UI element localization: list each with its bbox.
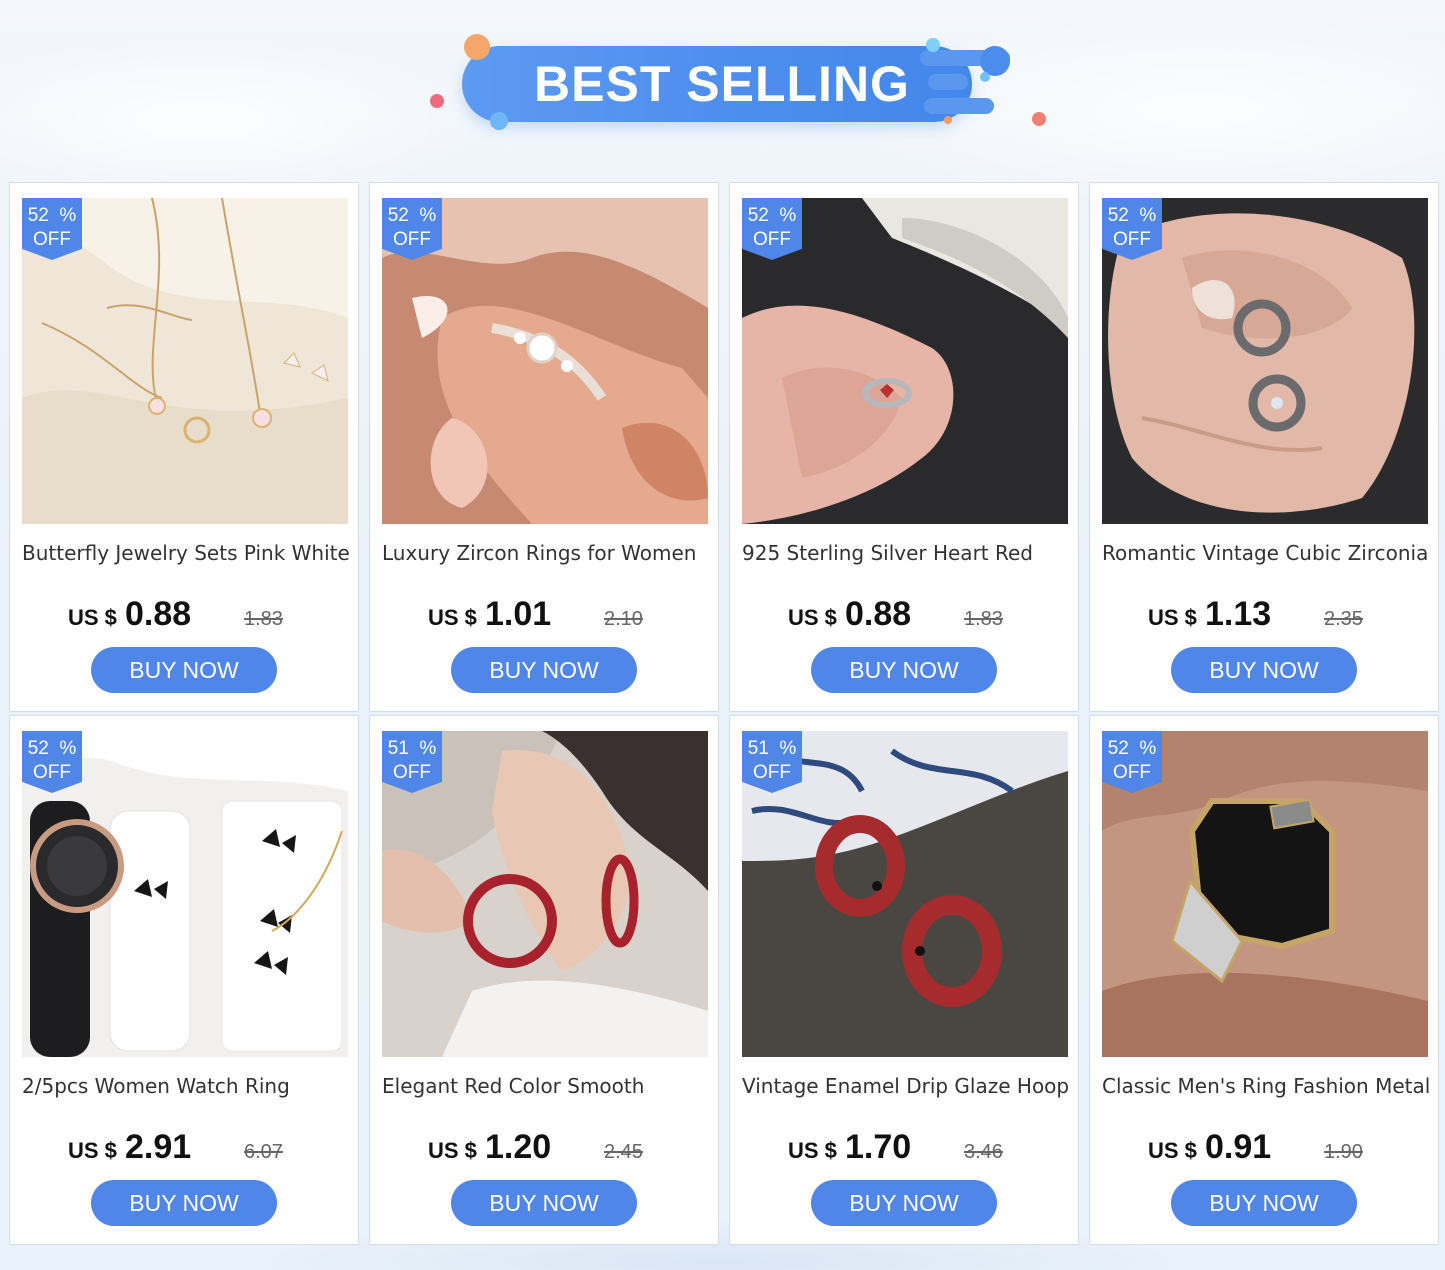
original-price: 3.46 [964, 1141, 1003, 1163]
price-row: US $ 0.88 1.83 [10, 595, 360, 639]
discount-label: OFF [1113, 762, 1151, 783]
discount-badge: 52 % OFF [1102, 198, 1162, 260]
product-title[interactable]: 2/5pcs Women Watch Ring [22, 1074, 357, 1098]
buy-now-button[interactable]: BUY NOW [91, 647, 277, 693]
original-price: 1.83 [244, 608, 283, 630]
price-row: US $ 1.01 2.10 [370, 595, 720, 639]
discount-badge: 52 % OFF [742, 198, 802, 260]
sale-price: 0.88 [845, 595, 912, 633]
original-price: 1.83 [964, 608, 1003, 630]
product-title[interactable]: Butterfly Jewelry Sets Pink White [22, 541, 357, 565]
discount-value: 52 % [27, 738, 77, 759]
buy-now-button[interactable]: BUY NOW [811, 1180, 997, 1226]
discount-label: OFF [33, 762, 71, 783]
original-price: 1.90 [1324, 1141, 1363, 1163]
sale-price: 0.91 [1205, 1128, 1272, 1166]
product-title[interactable]: Romantic Vintage Cubic Zirconia [1102, 541, 1437, 565]
price-row: US $ 1.20 2.45 [370, 1128, 720, 1172]
sale-price: 1.13 [1205, 595, 1272, 633]
sale-price: 1.70 [845, 1128, 912, 1166]
original-price: 2.35 [1324, 608, 1363, 630]
sale-price: 1.20 [485, 1128, 552, 1166]
product-title[interactable]: Elegant Red Color Smooth [382, 1074, 717, 1098]
product-card[interactable]: 52 % OFF Butterfly Jewelry Sets Pink Whi… [9, 182, 359, 712]
banner-decor-dot [430, 94, 444, 108]
original-price: 2.10 [604, 608, 643, 630]
buy-now-button[interactable]: BUY NOW [91, 1180, 277, 1226]
product-card[interactable]: 51 % OFF Vintage Enamel Drip Glaze Hoop … [729, 715, 1079, 1245]
price-row: US $ 0.88 1.83 [730, 595, 1080, 639]
currency-label: US $ [788, 1138, 837, 1163]
sale-price: 0.88 [125, 595, 192, 633]
currency-label: US $ [68, 1138, 117, 1163]
product-card[interactable]: 52 % OFF 2/5pcs Women Watch Ring US $ 2.… [9, 715, 359, 1245]
currency-label: US $ [1148, 1138, 1197, 1163]
product-card[interactable]: 52 % OFF Luxury Zircon Rings for Women U… [369, 182, 719, 712]
discount-label: OFF [393, 762, 431, 783]
sale-price: 2.91 [125, 1128, 192, 1166]
currency-label: US $ [428, 605, 477, 630]
banner-title: BEST SELLING [534, 56, 910, 112]
original-price: 6.07 [244, 1141, 283, 1163]
product-title[interactable]: 925 Sterling Silver Heart Red [742, 541, 1077, 565]
price-row: US $ 1.13 2.35 [1090, 595, 1440, 639]
discount-badge: 51 % OFF [382, 731, 442, 793]
discount-badge: 52 % OFF [382, 198, 442, 260]
discount-badge: 52 % OFF [1102, 731, 1162, 793]
best-selling-banner: BEST SELLING [428, 30, 1058, 135]
price-row: US $ 1.70 3.46 [730, 1128, 1080, 1172]
price-row: US $ 0.91 1.90 [1090, 1128, 1440, 1172]
discount-value: 51 % [387, 738, 437, 759]
product-title[interactable]: Luxury Zircon Rings for Women [382, 541, 717, 565]
buy-now-button[interactable]: BUY NOW [811, 647, 997, 693]
discount-label: OFF [753, 762, 791, 783]
sale-price: 1.01 [485, 595, 552, 633]
discount-value: 52 % [27, 205, 77, 226]
price-row: US $ 2.91 6.07 [10, 1128, 360, 1172]
buy-now-button[interactable]: BUY NOW [1171, 1180, 1357, 1226]
currency-label: US $ [428, 1138, 477, 1163]
discount-badge: 52 % OFF [22, 198, 82, 260]
buy-now-button[interactable]: BUY NOW [451, 1180, 637, 1226]
product-card[interactable]: 52 % OFF Romantic Vintage Cubic Zirconia… [1089, 182, 1439, 712]
product-title[interactable]: Classic Men's Ring Fashion Metal [1102, 1074, 1437, 1098]
discount-value: 52 % [387, 205, 437, 226]
product-title[interactable]: Vintage Enamel Drip Glaze Hoop [742, 1074, 1077, 1098]
product-card[interactable]: 52 % OFF 925 Sterling Silver Heart Red U… [729, 182, 1079, 712]
product-card[interactable]: 51 % OFF Elegant Red Color Smooth US $ 1… [369, 715, 719, 1245]
discount-badge: 51 % OFF [742, 731, 802, 793]
discount-label: OFF [1113, 229, 1151, 250]
discount-value: 52 % [747, 205, 797, 226]
discount-label: OFF [753, 229, 791, 250]
buy-now-button[interactable]: BUY NOW [451, 647, 637, 693]
product-card[interactable]: 52 % OFF Classic Men's Ring Fashion Meta… [1089, 715, 1439, 1245]
discount-label: OFF [393, 229, 431, 250]
original-price: 2.45 [604, 1141, 643, 1163]
discount-badge: 52 % OFF [22, 731, 82, 793]
discount-value: 52 % [1107, 738, 1157, 759]
currency-label: US $ [788, 605, 837, 630]
discount-value: 52 % [1107, 205, 1157, 226]
discount-label: OFF [33, 229, 71, 250]
discount-value: 51 % [747, 738, 797, 759]
currency-label: US $ [68, 605, 117, 630]
buy-now-button[interactable]: BUY NOW [1171, 647, 1357, 693]
currency-label: US $ [1148, 605, 1197, 630]
banner-decor-dot [1032, 112, 1046, 126]
